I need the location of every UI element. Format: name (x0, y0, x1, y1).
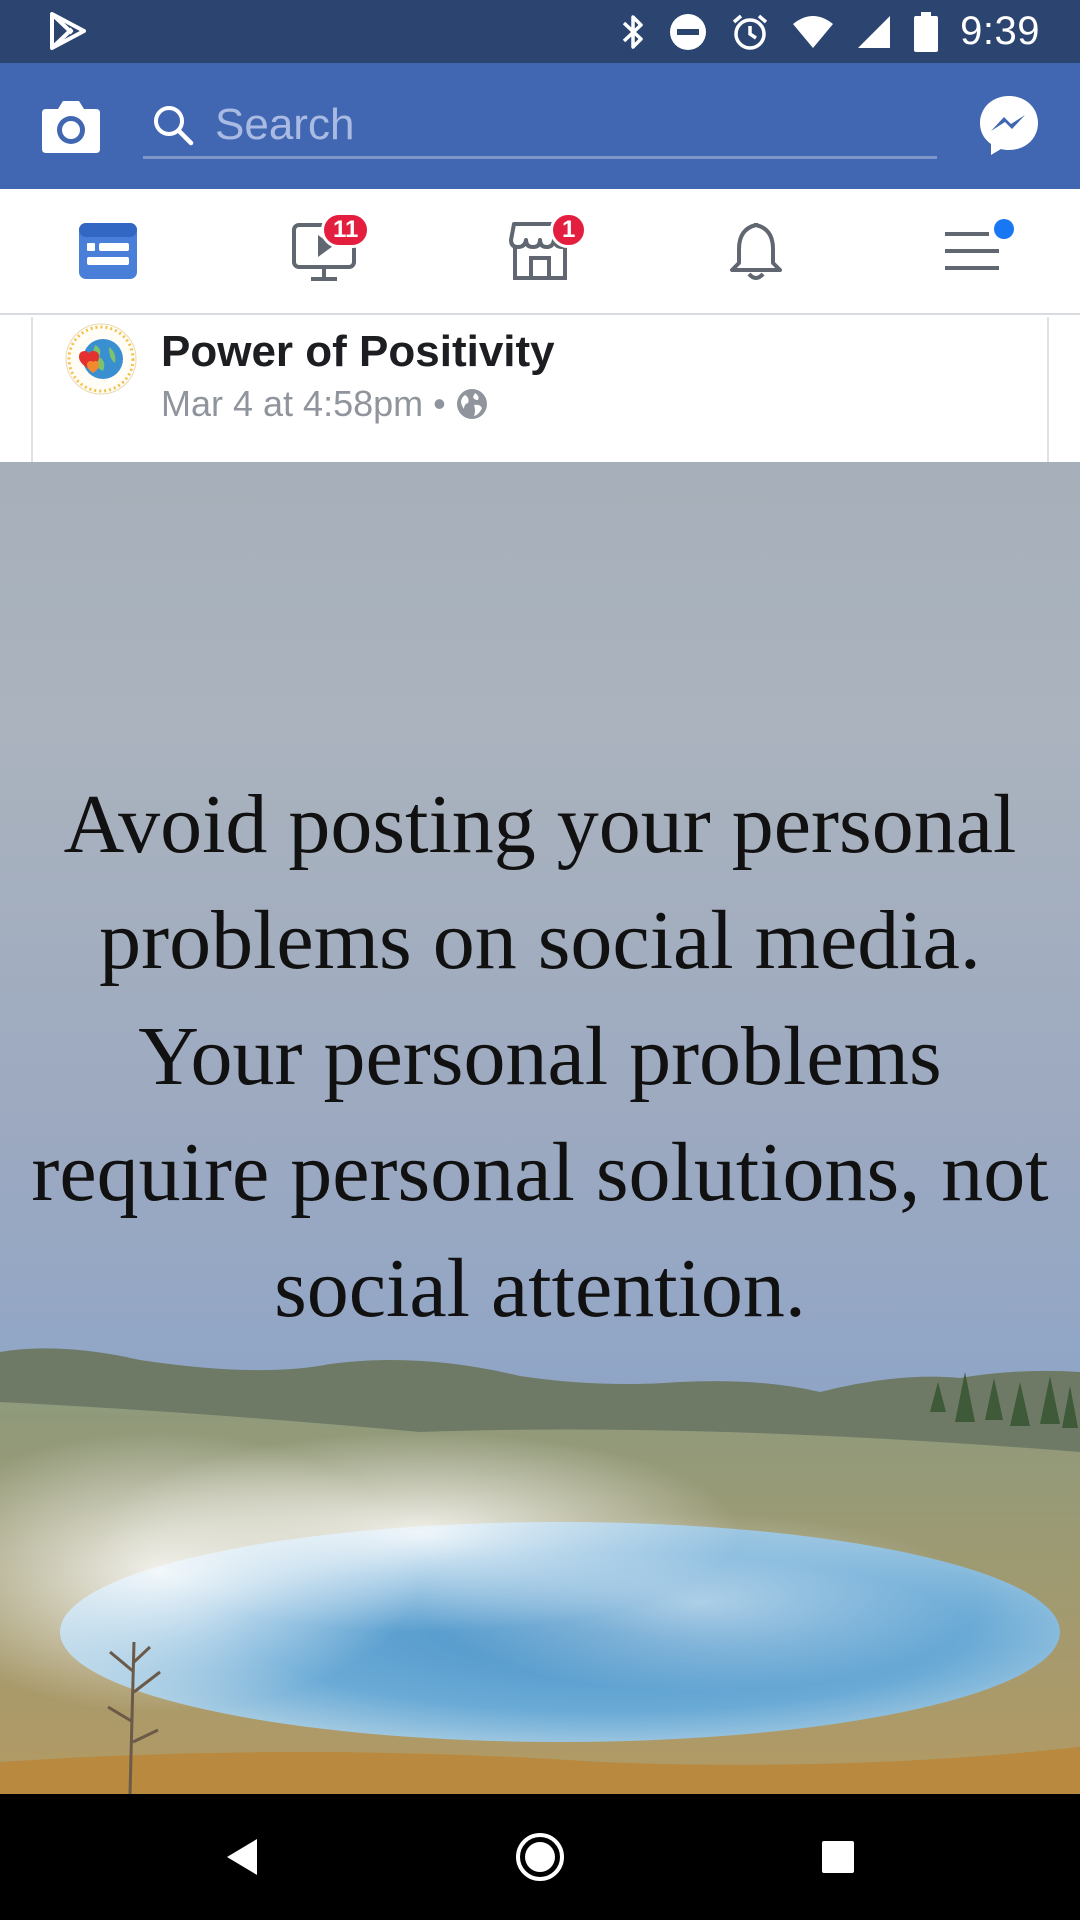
messenger-icon[interactable] (977, 93, 1041, 157)
landscape-scene (0, 1348, 1080, 1794)
watch-badge: 11 (321, 212, 371, 248)
play-store-icon (50, 12, 86, 50)
app-bar (0, 63, 1080, 189)
search-bar[interactable] (143, 93, 937, 159)
camera-icon[interactable] (38, 95, 104, 157)
menu-icon (945, 232, 999, 270)
tab-watch[interactable]: 11 (216, 189, 432, 313)
tab-bar: 11 1 (0, 189, 1080, 315)
post-image[interactable]: Avoid posting your personal problems on … (0, 462, 1080, 1794)
recents-button[interactable] (805, 1824, 871, 1890)
battery-icon (914, 11, 939, 52)
navigation-bar (0, 1794, 1080, 1920)
tab-menu[interactable] (864, 189, 1080, 313)
image-quote-text: Avoid posting your personal problems on … (31, 778, 1049, 1335)
home-icon (516, 1833, 564, 1881)
alarm-icon (733, 14, 768, 50)
tab-news-feed[interactable] (0, 189, 216, 313)
wifi-icon (793, 15, 834, 48)
post-meta: Mar 4 at 4:58pm • (161, 383, 488, 425)
do-not-disturb-icon (670, 13, 707, 50)
post-timestamp[interactable]: Mar 4 at 4:58pm (161, 383, 423, 425)
page-name[interactable]: Power of Positivity (161, 327, 555, 377)
tab-marketplace[interactable]: 1 (432, 189, 648, 313)
globe-icon (456, 389, 487, 419)
search-icon (154, 105, 194, 145)
status-bar: 9:39 (0, 0, 1080, 63)
bluetooth-icon (622, 14, 643, 49)
signal-icon (858, 15, 891, 48)
bell-icon (730, 222, 782, 280)
back-button[interactable] (208, 1824, 274, 1890)
post-header: Power of Positivity Mar 4 at 4:58pm • (31, 317, 1049, 462)
meta-separator: • (433, 383, 446, 424)
news-feed-icon (79, 223, 137, 279)
clock-time: 9:39 (960, 9, 1040, 53)
page-avatar[interactable] (65, 323, 137, 395)
back-icon (227, 1839, 257, 1875)
search-input[interactable] (215, 99, 937, 150)
menu-notification-dot (994, 219, 1014, 239)
marketplace-badge: 1 (550, 212, 588, 248)
tab-notifications[interactable] (648, 189, 864, 313)
home-button[interactable] (507, 1824, 573, 1890)
recents-icon (822, 1841, 854, 1873)
